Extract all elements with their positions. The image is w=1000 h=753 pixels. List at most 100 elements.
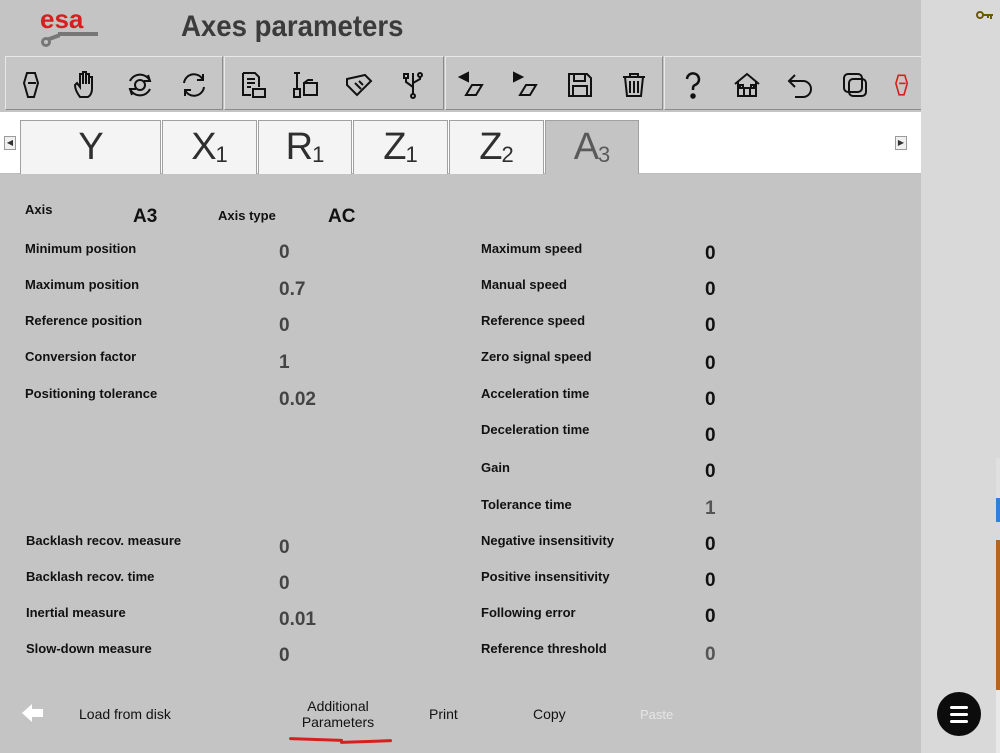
tab-label: Y xyxy=(78,126,103,168)
tab-axis-z2[interactable]: Z2 xyxy=(449,120,544,174)
menu-line xyxy=(950,705,968,709)
manual-speed-label: Manual speed xyxy=(481,277,567,292)
selected-underline xyxy=(339,739,393,744)
inertial-measure-value[interactable]: 0.01 xyxy=(279,609,316,631)
axis-value: A3 xyxy=(133,206,158,227)
negative-insensitivity-label: Negative insensitivity xyxy=(481,533,614,548)
axis-type-label: Axis type xyxy=(218,208,276,223)
logo-text: esa xyxy=(40,6,84,34)
reference-speed-label: Reference speed xyxy=(481,313,586,328)
conversion-factor-value[interactable]: 1 xyxy=(279,352,290,374)
app-window: esa Axes parameters ◀ Y X 1 R 1 Z 1 Z 2 … xyxy=(0,0,921,753)
max-position-value[interactable]: 0.7 xyxy=(279,279,305,301)
tab-subscript: 1 xyxy=(312,141,325,167)
tab-axis-r1[interactable]: R1 xyxy=(258,120,352,174)
gain-value[interactable]: 0 xyxy=(705,461,716,483)
slowdown-measure-value[interactable]: 0 xyxy=(279,645,290,667)
axis-tabs: ◀ YX1R1Z1Z2A3 ▶ xyxy=(0,112,921,174)
document-folder-icon[interactable] xyxy=(235,67,271,103)
strip-edge xyxy=(996,540,1000,690)
tab-label: A xyxy=(573,126,599,168)
tolerance-time-label: Tolerance time xyxy=(481,497,572,512)
trash-icon[interactable] xyxy=(616,67,652,103)
tab-axis-a3[interactable]: A3 xyxy=(545,120,639,174)
negative-insensitivity-value[interactable]: 0 xyxy=(705,534,716,556)
tab-axis-y[interactable]: Y xyxy=(20,120,161,174)
hand-icon[interactable] xyxy=(68,67,104,103)
pen-drive-red-icon[interactable] xyxy=(891,67,917,103)
following-error-value[interactable]: 0 xyxy=(705,606,716,628)
min-position-label: Minimum position xyxy=(25,241,137,256)
page-title: Axes parameters xyxy=(181,10,404,43)
tab-subscript: 2 xyxy=(501,141,514,167)
ref-position-value[interactable]: 0 xyxy=(279,315,290,337)
esa-logo: esa xyxy=(38,4,102,48)
max-speed-label: Maximum speed xyxy=(481,241,583,256)
backlash-time-value[interactable]: 0 xyxy=(279,573,290,595)
backlash-measure-value[interactable]: 0 xyxy=(279,537,290,559)
additional-parameters-line2: Parameters xyxy=(301,714,375,730)
deceleration-time-value[interactable]: 0 xyxy=(705,425,716,447)
refresh-icon[interactable] xyxy=(176,67,212,103)
tolerance-time-value[interactable]: 1 xyxy=(705,498,716,520)
positioning-tolerance-value[interactable]: 0.02 xyxy=(279,389,316,411)
acceleration-time-label: Acceleration time xyxy=(481,386,590,401)
next-axis-icon[interactable] xyxy=(508,67,544,103)
backlash-time-label: Backlash recov. time xyxy=(26,569,155,584)
prev-axis-icon[interactable] xyxy=(454,67,490,103)
tab-axis-z1[interactable]: Z1 xyxy=(353,120,448,174)
max-speed-value[interactable]: 0 xyxy=(705,243,716,265)
tab-label: R xyxy=(285,126,313,168)
tab-scroll-right-button[interactable]: ▶ xyxy=(895,136,907,150)
inertial-measure-label: Inertial measure xyxy=(26,605,126,620)
back-arrow-icon[interactable] xyxy=(22,703,44,723)
toolbar-group-2 xyxy=(224,56,444,110)
strip-edge xyxy=(996,498,1000,522)
deceleration-time-label: Deceleration time xyxy=(481,422,590,437)
hamburger-menu-button[interactable] xyxy=(937,692,981,736)
save-icon[interactable] xyxy=(562,67,598,103)
min-position-value[interactable]: 0 xyxy=(279,242,290,264)
copy-window-icon[interactable] xyxy=(837,67,873,103)
menu-line xyxy=(950,719,968,723)
acceleration-time-value[interactable]: 0 xyxy=(705,389,716,411)
tools-folder-icon[interactable] xyxy=(287,67,323,103)
measure-icon[interactable] xyxy=(341,67,377,103)
tab-label: Z xyxy=(383,126,406,168)
help-icon[interactable] xyxy=(675,67,711,103)
positive-insensitivity-label: Positive insensitivity xyxy=(481,569,610,584)
zero-signal-speed-value[interactable]: 0 xyxy=(705,353,716,375)
toolbar-group-4 xyxy=(664,56,921,110)
pen-drive-icon[interactable] xyxy=(14,67,50,103)
usb-icon[interactable] xyxy=(395,67,431,103)
reference-speed-value[interactable]: 0 xyxy=(705,315,716,337)
copy-button[interactable]: Copy xyxy=(533,706,566,722)
manual-speed-value[interactable]: 0 xyxy=(705,279,716,301)
ref-position-label: Reference position xyxy=(25,313,143,328)
zero-signal-speed-label: Zero signal speed xyxy=(481,349,592,364)
toolbar-group-3 xyxy=(445,56,663,110)
following-error-label: Following error xyxy=(481,605,576,620)
home-icon[interactable] xyxy=(729,67,765,103)
reference-threshold-value[interactable]: 0 xyxy=(705,644,716,666)
tab-axis-x1[interactable]: X1 xyxy=(162,120,257,174)
axis-type-value: AC xyxy=(328,206,356,227)
tab-scroll-left-button[interactable]: ◀ xyxy=(4,136,16,150)
additional-parameters-button[interactable]: Additional Parameters xyxy=(296,698,380,730)
print-button[interactable]: Print xyxy=(429,706,458,722)
undo-icon[interactable] xyxy=(783,67,819,103)
tab-subscript: 1 xyxy=(215,141,228,167)
axis-label: Axis xyxy=(25,202,53,217)
header: esa Axes parameters xyxy=(0,0,921,55)
reference-threshold-label: Reference threshold xyxy=(481,641,607,656)
backlash-measure-label: Backlash recov. measure xyxy=(26,533,182,548)
paste-button-disabled: Paste xyxy=(640,707,674,722)
key-icon xyxy=(976,11,993,19)
load-from-disk-button[interactable]: Load from disk xyxy=(79,706,171,722)
tab-label: Z xyxy=(479,126,502,168)
strip-edge xyxy=(996,458,1000,498)
positive-insensitivity-value[interactable]: 0 xyxy=(705,570,716,592)
gear-refresh-icon[interactable] xyxy=(122,67,158,103)
tab-subscript: 3 xyxy=(598,141,611,167)
additional-parameters-line1: Additional xyxy=(307,698,369,714)
